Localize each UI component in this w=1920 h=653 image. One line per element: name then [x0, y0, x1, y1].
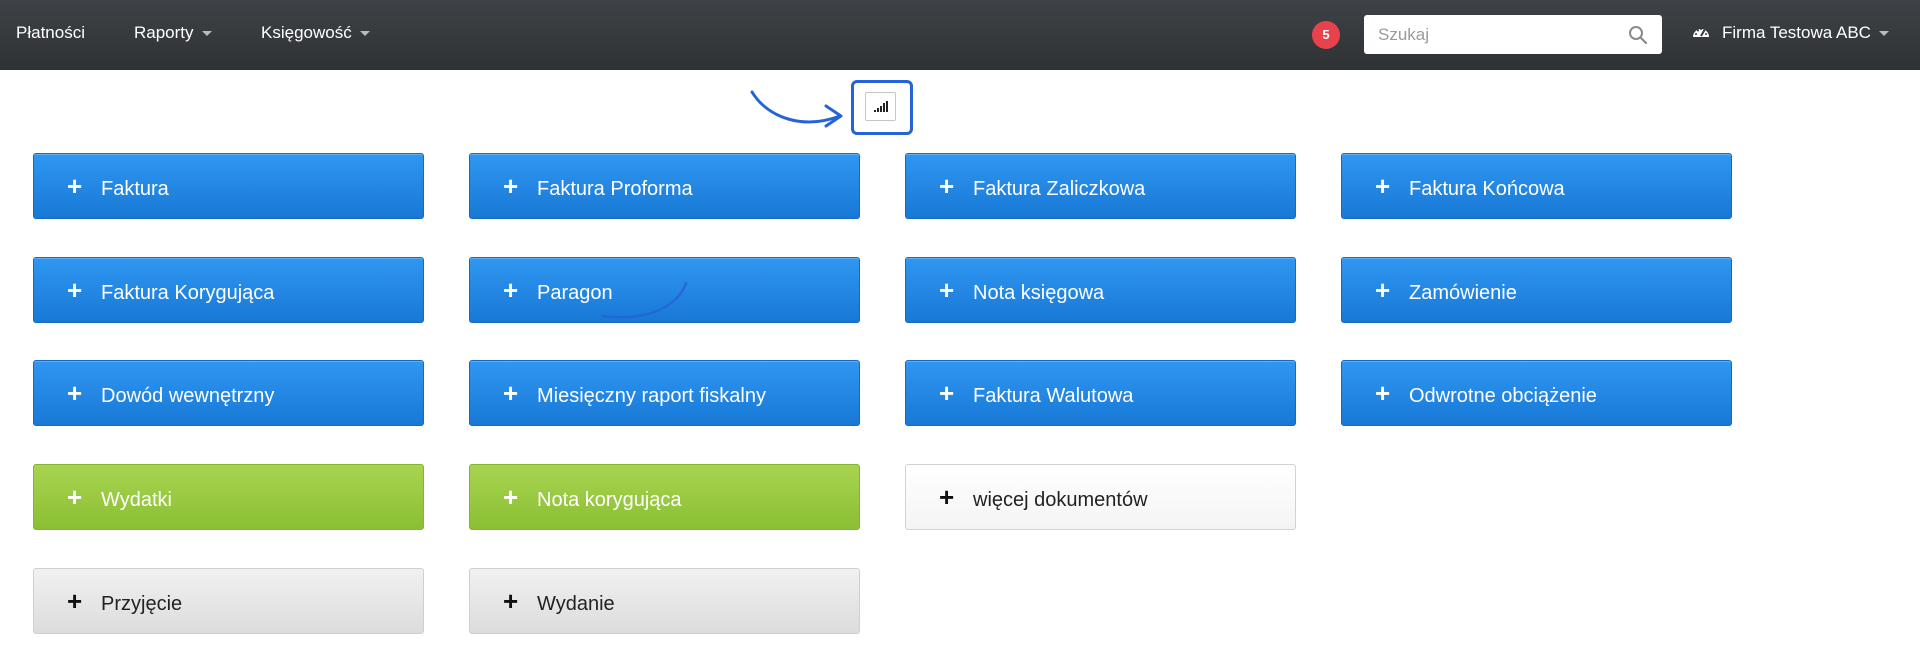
search-input[interactable]: [1364, 15, 1614, 54]
add-faktura-korygujaca-button[interactable]: + Faktura Korygująca: [33, 257, 424, 323]
button-label: Faktura Walutowa: [973, 385, 1134, 407]
plus-icon: +: [939, 378, 955, 408]
plus-icon: +: [67, 482, 83, 512]
plus-icon: +: [503, 171, 519, 201]
plus-icon: +: [503, 586, 519, 616]
plus-icon: +: [939, 482, 955, 512]
button-label: Wydanie: [537, 593, 615, 615]
company-dropdown[interactable]: Firma Testowa ABC: [1692, 0, 1889, 70]
button-label: więcej dokumentów: [973, 489, 1148, 511]
button-label: Wydatki: [101, 489, 172, 511]
button-label: Nota korygująca: [537, 489, 682, 511]
plus-icon: +: [67, 171, 83, 201]
caret-down-icon: [201, 31, 212, 37]
plus-icon: +: [1375, 378, 1391, 408]
nav-raporty-dropdown[interactable]: Raporty: [134, 0, 212, 70]
add-wydatki-button[interactable]: + Wydatki: [33, 464, 424, 530]
button-label: Nota księgowa: [973, 282, 1105, 304]
add-faktura-button[interactable]: + Faktura: [33, 153, 424, 219]
button-label: Dowód wewnętrzny: [101, 385, 275, 407]
caret-down-icon: [359, 31, 370, 37]
notification-badge[interactable]: 5: [1312, 21, 1340, 49]
plus-icon: +: [503, 378, 519, 408]
plus-icon: +: [67, 378, 83, 408]
button-label: Przyjęcie: [101, 593, 183, 615]
button-label: Faktura Zaliczkowa: [973, 178, 1146, 200]
nav-raporty-label: Raporty: [134, 23, 194, 42]
top-navbar: Płatności Raporty Księgowość 5 Firma Tes…: [0, 0, 1920, 70]
more-documents-button[interactable]: + więcej dokumentów: [905, 464, 1296, 530]
plus-icon: +: [67, 586, 83, 616]
caret-down-icon: [1878, 31, 1889, 37]
button-label: Odwrotne obciążenie: [1409, 385, 1597, 407]
button-label: Zamówienie: [1409, 282, 1517, 304]
add-miesieczny-raport-fiskalny-button[interactable]: + Miesięczny raport fiskalny: [469, 360, 860, 426]
add-nota-korygujaca-button[interactable]: + Nota korygująca: [469, 464, 860, 530]
annotation-stroke: [600, 281, 688, 319]
add-faktura-koncowa-button[interactable]: + Faktura Końcowa: [1341, 153, 1732, 219]
signal-bars-icon: [874, 101, 888, 112]
add-faktura-proforma-button[interactable]: + Faktura Proforma: [469, 153, 860, 219]
add-nota-ksiegowa-button[interactable]: + Nota księgowa: [905, 257, 1296, 323]
signal-bars-button[interactable]: [865, 92, 896, 121]
nav-platnosci[interactable]: Płatności: [16, 0, 85, 70]
add-zamowienie-button[interactable]: + Zamówienie: [1341, 257, 1732, 323]
button-label: Miesięczny raport fiskalny: [537, 385, 766, 407]
plus-icon: +: [939, 275, 955, 305]
nav-ksiegowosc-dropdown[interactable]: Księgowość: [261, 0, 370, 70]
plus-icon: +: [939, 171, 955, 201]
plus-icon: +: [1375, 275, 1391, 305]
add-odwrotne-obciazenie-button[interactable]: + Odwrotne obciążenie: [1341, 360, 1732, 426]
button-label: Faktura Proforma: [537, 178, 693, 200]
nav-platnosci-label: Płatności: [16, 23, 85, 42]
annotation-arrow: [750, 90, 843, 128]
nav-ksiegowosc-label: Księgowość: [261, 23, 352, 42]
search-icon[interactable]: [1628, 25, 1648, 45]
add-wydanie-button[interactable]: + Wydanie: [469, 568, 860, 634]
button-label: Faktura: [101, 178, 169, 200]
company-name: Firma Testowa ABC: [1722, 23, 1871, 42]
plus-icon: +: [503, 482, 519, 512]
add-faktura-walutowa-button[interactable]: + Faktura Walutowa: [905, 360, 1296, 426]
search-box: [1364, 15, 1662, 54]
add-faktura-zaliczkowa-button[interactable]: + Faktura Zaliczkowa: [905, 153, 1296, 219]
button-label: Faktura Korygująca: [101, 282, 275, 304]
button-label: Faktura Końcowa: [1409, 178, 1565, 200]
dashboard-icon: [1693, 28, 1709, 38]
plus-icon: +: [503, 275, 519, 305]
plus-icon: +: [1375, 171, 1391, 201]
add-przyjecie-button[interactable]: + Przyjęcie: [33, 568, 424, 634]
plus-icon: +: [67, 275, 83, 305]
add-dowod-wewnetrzny-button[interactable]: + Dowód wewnętrzny: [33, 360, 424, 426]
